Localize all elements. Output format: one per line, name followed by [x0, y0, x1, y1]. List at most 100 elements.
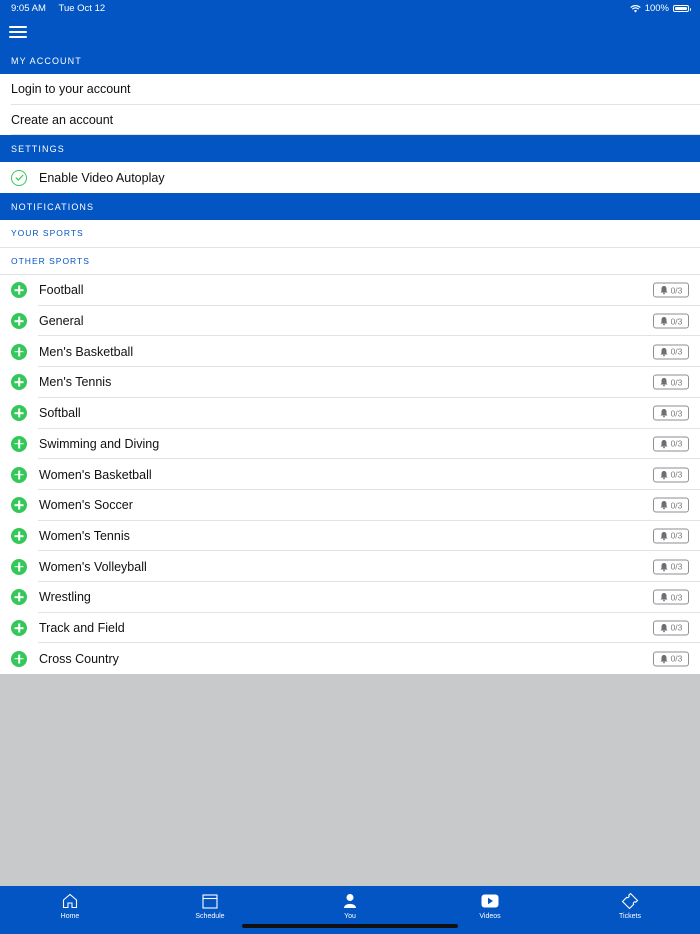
sport-row[interactable]: Men's Tennis 0/3	[0, 367, 700, 398]
sport-row[interactable]: Football 0/3	[0, 275, 700, 306]
sport-name: Wrestling	[39, 590, 91, 605]
bell-icon	[660, 654, 668, 664]
autoplay-toggle-row[interactable]: Enable Video Autoplay	[0, 162, 700, 194]
sport-name: Softball	[39, 406, 81, 421]
sport-name: Men's Basketball	[39, 344, 134, 359]
add-plus-icon[interactable]	[11, 435, 27, 452]
login-row[interactable]: Login to your account	[0, 74, 700, 105]
add-plus-icon[interactable]	[11, 650, 27, 667]
notification-count-badge[interactable]: 0/3	[653, 313, 689, 329]
notification-count-badge[interactable]: 0/3	[653, 651, 689, 667]
notification-count-badge[interactable]: 0/3	[653, 374, 689, 390]
tab-home[interactable]: Home	[0, 886, 140, 934]
sport-row[interactable]: Track and Field 0/3	[0, 612, 700, 644]
hamburger-menu-icon[interactable]	[9, 25, 27, 39]
notification-count: 0/3	[670, 346, 683, 357]
sport-name: Cross Country	[39, 651, 119, 666]
notification-count: 0/3	[670, 469, 683, 480]
sport-name: Women's Basketball	[39, 467, 152, 482]
notification-count-badge[interactable]: 0/3	[653, 467, 689, 483]
sport-row[interactable]: Women's Volleyball 0/3	[0, 551, 700, 582]
sport-row[interactable]: Wrestling 0/3	[0, 581, 700, 613]
add-plus-icon[interactable]	[11, 497, 27, 514]
add-plus-icon[interactable]	[11, 405, 27, 422]
sport-name: Football	[39, 283, 84, 298]
notification-count: 0/3	[670, 622, 683, 633]
add-plus-icon[interactable]	[11, 589, 27, 606]
tab-videos-label: Videos	[479, 913, 501, 920]
section-header-notifications: NOTIFICATIONS	[0, 193, 700, 221]
bell-icon	[660, 347, 668, 357]
sport-name: Women's Soccer	[39, 498, 133, 513]
notification-count: 0/3	[670, 592, 683, 603]
notification-count: 0/3	[670, 438, 683, 449]
other-sports-header: OTHER SPORTS	[0, 247, 700, 276]
notification-count: 0/3	[670, 408, 683, 419]
sport-name: General	[39, 314, 84, 329]
status-bar-left: 9:05 AM Tue Oct 12	[11, 3, 105, 14]
calendar-icon	[202, 894, 218, 909]
notification-count-badge[interactable]: 0/3	[653, 528, 689, 544]
battery-percent: 100%	[644, 3, 669, 14]
bell-icon	[660, 470, 668, 479]
notification-count-badge[interactable]: 0/3	[653, 620, 689, 636]
notification-count-badge[interactable]: 0/3	[653, 344, 689, 360]
ticket-icon	[621, 892, 639, 910]
add-plus-icon[interactable]	[11, 282, 27, 299]
add-plus-icon[interactable]	[11, 313, 27, 330]
checkmark-icon[interactable]	[11, 169, 27, 186]
notification-count-badge[interactable]: 0/3	[653, 282, 689, 298]
notification-count: 0/3	[670, 561, 683, 572]
notification-count-badge[interactable]: 0/3	[653, 405, 689, 421]
notification-count: 0/3	[670, 500, 683, 511]
sport-name: Men's Tennis	[39, 375, 112, 390]
add-plus-icon[interactable]	[11, 558, 27, 575]
create-account-row[interactable]: Create an account	[0, 104, 700, 136]
sport-row[interactable]: General 0/3	[0, 305, 700, 337]
add-plus-icon[interactable]	[11, 619, 27, 636]
sport-row[interactable]: Men's Basketball 0/3	[0, 336, 700, 368]
settings-list: MY ACCOUNT Login to your account Create …	[0, 47, 700, 674]
add-plus-icon[interactable]	[11, 374, 27, 391]
tab-home-label: Home	[60, 913, 80, 920]
top-bar: 9:05 AM Tue Oct 12 100%	[0, 0, 700, 47]
bell-icon	[660, 378, 668, 387]
tab-you-label: You	[344, 913, 356, 920]
wifi-icon	[629, 4, 641, 12]
sports-list: Football 0/3 General 0/3 Men's Basketball 0/3…	[0, 275, 700, 674]
add-plus-icon[interactable]	[11, 527, 27, 544]
notification-count-badge[interactable]: 0/3	[653, 436, 689, 452]
sport-row[interactable]: Swimming and Diving 0/3	[0, 428, 700, 460]
notification-count: 0/3	[670, 530, 683, 541]
person-icon	[344, 894, 356, 908]
notification-count-badge[interactable]: 0/3	[653, 559, 689, 575]
bell-icon	[660, 593, 668, 602]
tab-schedule-label: Schedule	[195, 913, 225, 920]
notification-count: 0/3	[670, 377, 683, 388]
sport-name: Women's Tennis	[39, 528, 130, 543]
notification-count: 0/3	[670, 285, 683, 296]
sport-name: Track and Field	[39, 620, 125, 635]
sport-row[interactable]: Cross Country 0/3	[0, 643, 700, 674]
sport-name: Swimming and Diving	[39, 436, 160, 451]
notification-count-badge[interactable]: 0/3	[653, 589, 689, 605]
bell-icon	[660, 562, 668, 571]
add-plus-icon[interactable]	[11, 466, 27, 483]
section-header-my-account: MY ACCOUNT	[0, 47, 700, 74]
notification-count-badge[interactable]: 0/3	[653, 497, 689, 513]
sport-row[interactable]: Softball 0/3	[0, 397, 700, 429]
autoplay-label: Enable Video Autoplay	[39, 170, 165, 185]
add-plus-icon[interactable]	[11, 343, 27, 360]
sport-row[interactable]: Women's Tennis 0/3	[0, 520, 700, 552]
sport-row[interactable]: Women's Soccer 0/3	[0, 489, 700, 521]
bell-icon	[660, 623, 668, 633]
status-time: 9:05 AM	[11, 3, 46, 14]
battery-icon	[673, 5, 691, 12]
sport-row[interactable]: Women's Basketball 0/3	[0, 459, 700, 490]
sport-name: Women's Volleyball	[39, 559, 147, 574]
tab-tickets-label: Tickets	[619, 913, 641, 920]
bell-icon	[660, 317, 668, 326]
status-bar-right: 100%	[629, 3, 691, 14]
home-indicator	[242, 924, 458, 928]
tab-tickets[interactable]: Tickets	[560, 886, 700, 934]
